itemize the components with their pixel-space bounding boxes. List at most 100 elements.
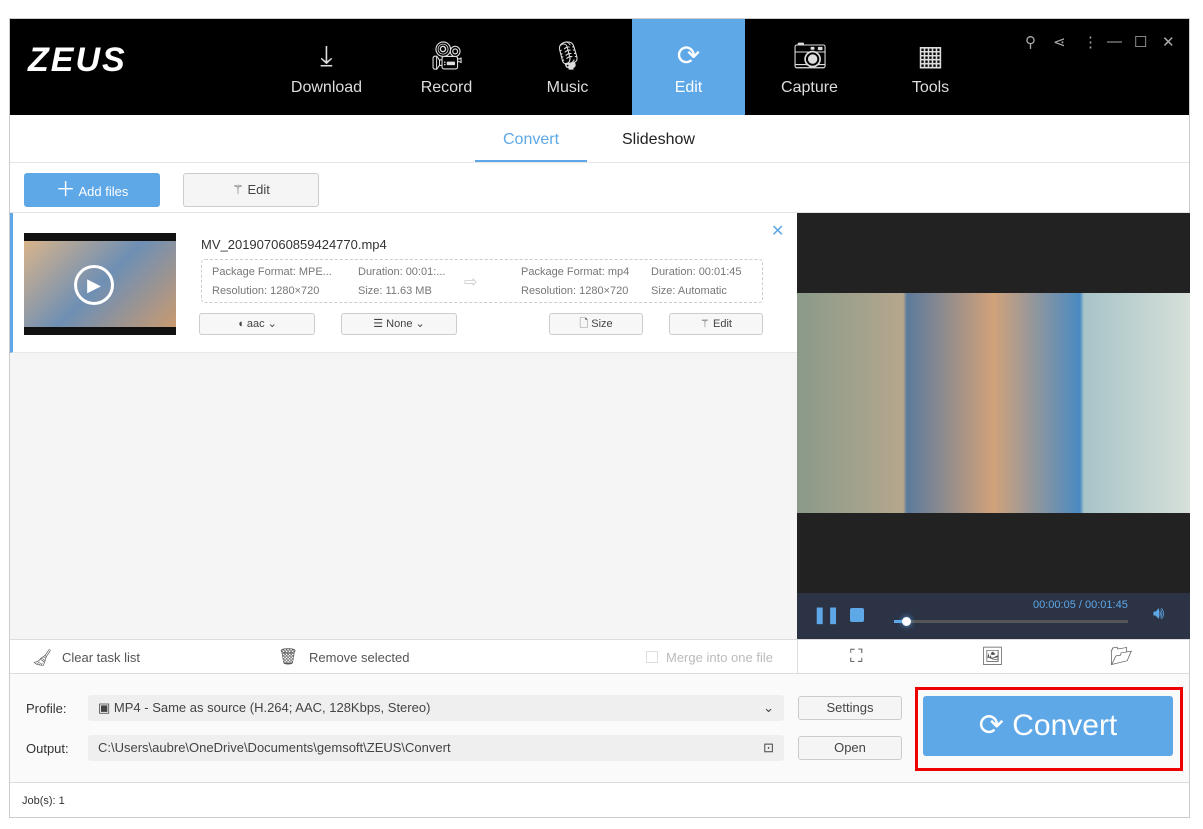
src-size: Size: 11.63 MB — [358, 285, 432, 297]
profile-select[interactable]: ▣ MP4 - Same as source (H.264; AAC, 128K… — [88, 695, 784, 721]
chevron-down-icon: ⌄ — [415, 318, 425, 330]
clear-task-list-button[interactable]: Clear task list — [62, 650, 140, 665]
remove-selected-button[interactable]: Remove selected — [309, 650, 409, 665]
logo: ZEUS — [28, 41, 127, 79]
minimize-icon[interactable]: — — [1107, 33, 1122, 50]
add-files-button[interactable]: ＋ Add files — [24, 173, 160, 207]
format-info: Package Format: MPE... Duration: 00:01:.… — [201, 259, 763, 303]
dst-duration: Duration: 00:01:45 — [651, 266, 742, 278]
dst-format: Package Format: mp4 — [521, 266, 630, 278]
profile-value: MP4 - Same as source (H.264; AAC, 128Kbp… — [113, 700, 431, 715]
broom-icon: 🧹︎ — [32, 650, 53, 667]
nav-download[interactable]: ⤓ Download — [270, 19, 383, 115]
nav-label: Download — [290, 79, 363, 96]
nav-label: Edit — [674, 79, 703, 96]
trash-icon: 🗑︎ — [278, 649, 299, 666]
tab-underline — [475, 160, 587, 162]
item-edit-button[interactable]: ⚚ Edit — [669, 313, 763, 335]
convert-label: Convert — [1012, 709, 1118, 742]
nav-capture[interactable]: 📷︎ Capture — [753, 19, 866, 115]
size-label: Size — [591, 318, 613, 330]
seek-bar[interactable] — [894, 617, 1128, 626]
speaker-icon: ◖ — [237, 318, 244, 330]
merge-label: Merge into one file — [666, 650, 773, 665]
subtabs: Convert Slideshow — [10, 115, 1189, 163]
magic-wand-icon: ⚚ — [232, 182, 244, 197]
status-bar: Job(s): 1 — [10, 782, 1189, 818]
grid-icon: ▦ — [917, 40, 944, 71]
merge-checkbox[interactable] — [646, 651, 658, 663]
preview-image — [797, 293, 1190, 513]
list-item[interactable]: ▶ MV_201907060859424770.mp4 ✕ Package Fo… — [10, 213, 797, 353]
snapshot-image-icon[interactable]: 🖼︎ — [981, 646, 1004, 667]
nav-label: Capture — [781, 79, 838, 96]
subtitle-icon: ☰ — [373, 318, 384, 330]
file-icon: 🗋 — [579, 318, 589, 330]
video-thumbnail[interactable]: ▶ — [24, 233, 176, 335]
output-label: Output: — [26, 741, 69, 756]
divider — [797, 640, 798, 675]
nav-edit[interactable]: ⟳ Edit — [632, 19, 745, 115]
edit-button[interactable]: ⚚ Edit — [183, 173, 319, 207]
chevron-down-icon: ⌄ — [267, 318, 277, 330]
profile-label: Profile: — [26, 701, 67, 716]
video-preview: ❚❚ 00:00:05 / 00:01:45 🔊︎ — [797, 213, 1190, 639]
settings-button[interactable]: Settings — [798, 696, 902, 720]
camera-icon: 📷︎ — [792, 40, 829, 71]
output-path: C:\Users\aubre\OneDrive\Documents\gemsof… — [98, 740, 451, 755]
download-icon: ⤓ — [320, 40, 333, 71]
nav-label: Record — [420, 79, 473, 96]
pause-icon[interactable]: ❚❚ — [813, 605, 840, 625]
dst-size: Size: Automatic — [651, 285, 727, 297]
src-format: Package Format: MPE... — [212, 266, 332, 278]
folder-download-icon[interactable]: ⊡ — [763, 735, 774, 761]
tab-convert[interactable]: Convert — [503, 131, 559, 149]
edit-label: Edit — [712, 318, 732, 330]
file-name: MV_201907060859424770.mp4 — [201, 237, 387, 252]
app-window: ZEUS ⤓ Download 🎥︎ Record 🎙︎ Music ⟳ Edit 📷︎… — [9, 18, 1190, 818]
menu-icon[interactable]: ⋮ — [1083, 33, 1098, 51]
chevron-down-icon: ⌄ — [763, 700, 774, 715]
camera-reel-icon: 🎥︎ — [429, 40, 466, 71]
nav-label: Tools — [911, 79, 950, 96]
maximize-icon[interactable]: ☐ — [1134, 33, 1147, 51]
microphone-icon: 🎙︎ — [550, 40, 587, 71]
nav-label: Music — [546, 79, 589, 96]
open-button[interactable]: Open — [798, 736, 902, 760]
src-resolution: Resolution: 1280×720 — [212, 285, 320, 297]
stop-icon[interactable] — [850, 608, 864, 622]
edit-label: Edit — [247, 182, 270, 197]
convert-icon: ⟳ — [978, 709, 1004, 742]
screenshot-fit-icon[interactable]: ⛶ — [850, 646, 863, 667]
tab-slideshow[interactable]: Slideshow — [622, 131, 695, 149]
play-icon[interactable]: ▶ — [74, 265, 114, 305]
arrow-icon: ⇨ — [464, 274, 478, 291]
size-button[interactable]: 🗋 Size — [549, 313, 643, 335]
subtitle-value: None — [386, 318, 413, 330]
key-icon[interactable]: ⚲ — [1025, 33, 1036, 51]
open-folder-icon[interactable]: 📂︎ — [1110, 646, 1133, 667]
remove-item-icon[interactable]: ✕ — [771, 221, 784, 241]
subtitle-select[interactable]: ☰ None ⌄ — [341, 313, 457, 335]
nav-music[interactable]: 🎙︎ Music — [511, 19, 624, 115]
seek-handle[interactable] — [901, 617, 911, 626]
audio-value: aac — [246, 318, 265, 330]
convert-button[interactable]: ⟳ Convert — [923, 696, 1173, 756]
video-file-icon: ▣ — [98, 700, 111, 715]
share-icon[interactable]: ⋖ — [1053, 33, 1066, 51]
magic-wand-icon: ⚚ — [700, 318, 710, 330]
nav-tools[interactable]: ▦ Tools — [874, 19, 987, 115]
top-nav: ZEUS ⤓ Download 🎥︎ Record 🎙︎ Music ⟳ Edit 📷︎… — [10, 19, 1189, 115]
src-duration: Duration: 00:01:... — [358, 266, 446, 278]
dst-resolution: Resolution: 1280×720 — [521, 285, 629, 297]
output-path-field[interactable]: C:\Users\aubre\OneDrive\Documents\gemsof… — [88, 735, 784, 761]
volume-icon[interactable]: 🔊︎ — [1153, 603, 1164, 624]
list-actions: 🧹︎ Clear task list 🗑︎ Remove selected Me… — [10, 639, 1189, 675]
convert-icon: ⟳ — [676, 40, 701, 71]
nav-record[interactable]: 🎥︎ Record — [390, 19, 503, 115]
jobs-count: Job(s): 1 — [22, 795, 65, 807]
player-controls: ❚❚ 00:00:05 / 00:01:45 🔊︎ — [797, 593, 1190, 639]
audio-select[interactable]: ◖ aac ⌄ — [199, 313, 315, 335]
close-icon[interactable]: ✕ — [1162, 33, 1175, 51]
add-files-label: Add files — [78, 184, 129, 199]
